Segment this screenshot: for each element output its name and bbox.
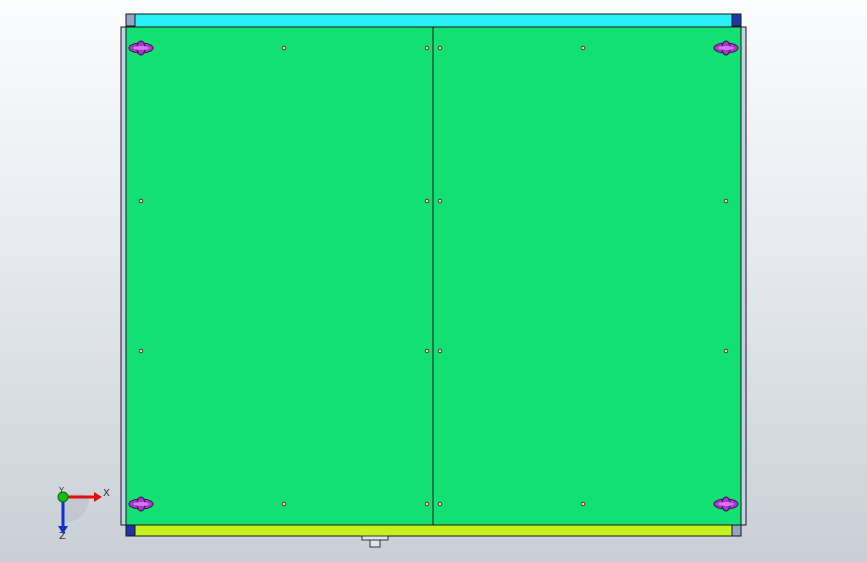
right-door-panel[interactable] (432, 26, 742, 526)
right-side-rail (740, 26, 747, 526)
cad-model-view[interactable] (0, 0, 867, 562)
axis-triad (57, 491, 102, 534)
bottom-left-corner-block (125, 524, 136, 537)
bottom-latch (361, 535, 389, 541)
bottom-right-corner-block (731, 524, 742, 537)
x-axis-label: X (103, 488, 110, 499)
left-side-rail (120, 26, 127, 526)
x-axis-arrow (94, 492, 102, 502)
z-axis-label: Z (59, 531, 66, 542)
top-left-corner-block (125, 13, 136, 27)
bottom-latch-tab (369, 539, 381, 548)
bottom-rail (134, 524, 733, 537)
top-right-corner-block (731, 13, 742, 27)
top-rail (134, 13, 733, 28)
cad-viewport[interactable]: X Y Z (0, 0, 867, 562)
y-axis-label: Y (59, 486, 64, 495)
left-door-panel[interactable] (125, 26, 434, 526)
